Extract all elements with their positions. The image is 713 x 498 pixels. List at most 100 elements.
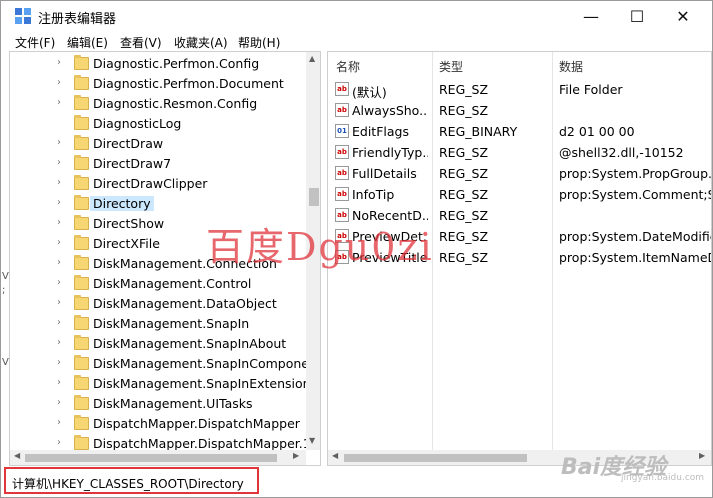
chevron-right-icon[interactable]: › <box>57 217 67 228</box>
folder-icon <box>74 395 89 410</box>
scroll-down-icon[interactable]: ▼ <box>309 436 315 445</box>
value-type: REG_SZ <box>439 187 489 202</box>
value-type: REG_SZ <box>439 103 489 118</box>
value-name: (默认) <box>352 85 387 100</box>
value-row[interactable]: ab InfoTip REG_SZ prop:System.Comment;Sy <box>328 184 712 205</box>
chevron-right-icon[interactable]: › <box>57 277 67 288</box>
tree-item-label: DiskManagement.Control <box>93 276 252 291</box>
values-hscroll-thumb[interactable] <box>344 454 527 462</box>
tree-item[interactable]: › DiskManagement.DataObject <box>10 294 306 314</box>
value-data: File Folder <box>559 82 623 97</box>
folder-icon <box>74 255 89 270</box>
tree-item-label: DirectDrawClipper <box>93 176 208 191</box>
chevron-right-icon[interactable]: › <box>57 57 67 68</box>
folder-icon <box>74 175 89 190</box>
tree-item[interactable]: › DiskManagement.SnapInComponent <box>10 354 320 374</box>
tree-item[interactable]: › DirectDraw7 <box>10 154 306 174</box>
tree-item-label: DirectDraw <box>93 136 164 151</box>
tree-horizontal-scrollbar[interactable]: ◀ ▶ <box>10 450 306 465</box>
minimize-button[interactable]: — <box>568 1 614 31</box>
value-name: InfoTip <box>352 187 395 202</box>
column-header-data[interactable]: 数据 <box>559 58 583 75</box>
value-row[interactable]: ab FullDetails REG_SZ prop:System.PropGroup… <box>328 163 712 184</box>
chevron-right-icon[interactable]: › <box>57 317 67 328</box>
chevron-right-icon[interactable]: › <box>57 237 67 248</box>
chevron-right-icon[interactable]: › <box>57 337 67 348</box>
tree-item-label: Diagnostic.Resmon.Config <box>93 96 258 111</box>
chevron-right-icon[interactable]: › <box>57 437 67 448</box>
tree-item[interactable]: › DiskManagement.UITasks <box>10 394 306 414</box>
chevron-right-icon[interactable]: › <box>57 97 67 108</box>
registry-editor-window: 注册表编辑器 — ☐ ✕ 文件(F) 编辑(E) 查看(V) 收藏夹(A) 帮助… <box>0 0 713 498</box>
chevron-right-icon[interactable]: › <box>57 137 67 148</box>
column-header-type[interactable]: 类型 <box>439 58 463 75</box>
tree-item[interactable]: DiagnosticLog <box>10 114 306 134</box>
reg-sz-icon: ab <box>335 145 349 159</box>
tree-item-label: DiskManagement.SnapInComponent <box>93 356 321 371</box>
scroll-left-icon[interactable]: ◀ <box>332 451 338 460</box>
folder-icon <box>74 115 89 130</box>
tree-item-label: DiskManagement.DataObject <box>93 296 277 311</box>
tree-item-label: DirectDraw7 <box>93 156 172 171</box>
reg-sz-icon: ab <box>335 103 349 117</box>
value-data: prop:System.DateModifie <box>559 229 712 244</box>
chevron-right-icon[interactable]: › <box>57 397 67 408</box>
value-type: REG_SZ <box>439 250 489 265</box>
tree-item-label: DispatchMapper.DispatchMapper <box>93 416 300 431</box>
menu-edit[interactable]: 编辑(E) <box>67 34 108 51</box>
tree-item[interactable]: › DiskManagement.SnapInExtension <box>10 374 311 394</box>
scroll-right-icon[interactable]: ▶ <box>699 451 705 460</box>
edge-glyph: V <box>2 357 9 368</box>
chevron-right-icon[interactable]: › <box>57 257 67 268</box>
tree-item[interactable]: › Diagnostic.Perfmon.Config <box>10 54 306 74</box>
value-row[interactable]: ab FriendlyTyp... REG_SZ @shell32.dll,-1015… <box>328 142 711 163</box>
close-button[interactable]: ✕ <box>660 1 706 31</box>
chevron-right-icon[interactable]: › <box>57 197 67 208</box>
chevron-right-icon[interactable]: › <box>57 77 67 88</box>
status-path: 计算机\HKEY_CLASSES_ROOT\Directory <box>12 477 244 491</box>
value-row[interactable]: ab AlwaysSho... REG_SZ <box>328 100 711 121</box>
tree-item-label: DiskManagement.SnapInAbout <box>93 336 287 351</box>
menu-favorites[interactable]: 收藏夹(A) <box>174 34 228 51</box>
tree-item[interactable]: › DirectDrawClipper <box>10 174 306 194</box>
value-row[interactable]: 01 EditFlags REG_BINARY d2 01 00 00 <box>328 121 711 142</box>
tree-scroll-thumb[interactable] <box>309 188 319 206</box>
column-header-name[interactable]: 名称 <box>336 58 360 75</box>
scroll-right-icon[interactable]: ▶ <box>293 451 299 460</box>
tree-item[interactable]: › DiskManagement.SnapInAbout <box>10 334 306 354</box>
tree-item[interactable]: › Diagnostic.Perfmon.Document <box>10 74 306 94</box>
menu-file[interactable]: 文件(F) <box>15 34 55 51</box>
tree-item-label: Diagnostic.Perfmon.Document <box>93 76 284 91</box>
tree-item[interactable]: › Diagnostic.Resmon.Config <box>10 94 306 114</box>
folder-icon <box>74 435 89 450</box>
chevron-right-icon[interactable]: › <box>57 357 67 368</box>
folder-icon <box>74 55 89 70</box>
value-data: prop:System.PropGroup.I <box>559 166 712 181</box>
folder-icon <box>74 355 89 370</box>
value-row[interactable]: ab (默认) REG_SZ File Folder <box>328 79 711 100</box>
tree-item-label: DirectShow <box>93 216 165 231</box>
tree-item[interactable]: › DispatchMapper.DispatchMapper <box>10 414 306 434</box>
chevron-right-icon[interactable]: › <box>57 157 67 168</box>
menu-help[interactable]: 帮助(H) <box>238 34 280 51</box>
registry-editor-icon <box>15 8 31 24</box>
chevron-right-icon[interactable]: › <box>57 177 67 188</box>
maximize-button[interactable]: ☐ <box>614 1 660 31</box>
tree-item[interactable]: › DiskManagement.Control <box>10 274 306 294</box>
tree-item[interactable]: › DirectDraw <box>10 134 306 154</box>
value-name: FriendlyTyp... <box>352 145 428 160</box>
value-data: prop:System.Comment;Sy <box>559 187 712 202</box>
chevron-right-icon[interactable]: › <box>57 377 67 388</box>
title-bar: 注册表编辑器 — ☐ ✕ <box>1 1 712 31</box>
chevron-right-icon[interactable]: › <box>57 297 67 308</box>
scroll-left-icon[interactable]: ◀ <box>14 451 20 460</box>
menu-view[interactable]: 查看(V) <box>120 34 162 51</box>
scroll-up-icon[interactable]: ▲ <box>309 54 315 63</box>
tree-item[interactable]: › DiskManagement.SnapIn <box>10 314 306 334</box>
tree-hscroll-thumb[interactable] <box>25 454 277 462</box>
tree-item[interactable]: › Directory <box>10 194 306 214</box>
value-name: EditFlags <box>352 124 409 139</box>
edge-glyph: V <box>2 271 9 282</box>
reg-sz-icon: ab <box>335 82 349 96</box>
chevron-right-icon[interactable]: › <box>57 417 67 428</box>
